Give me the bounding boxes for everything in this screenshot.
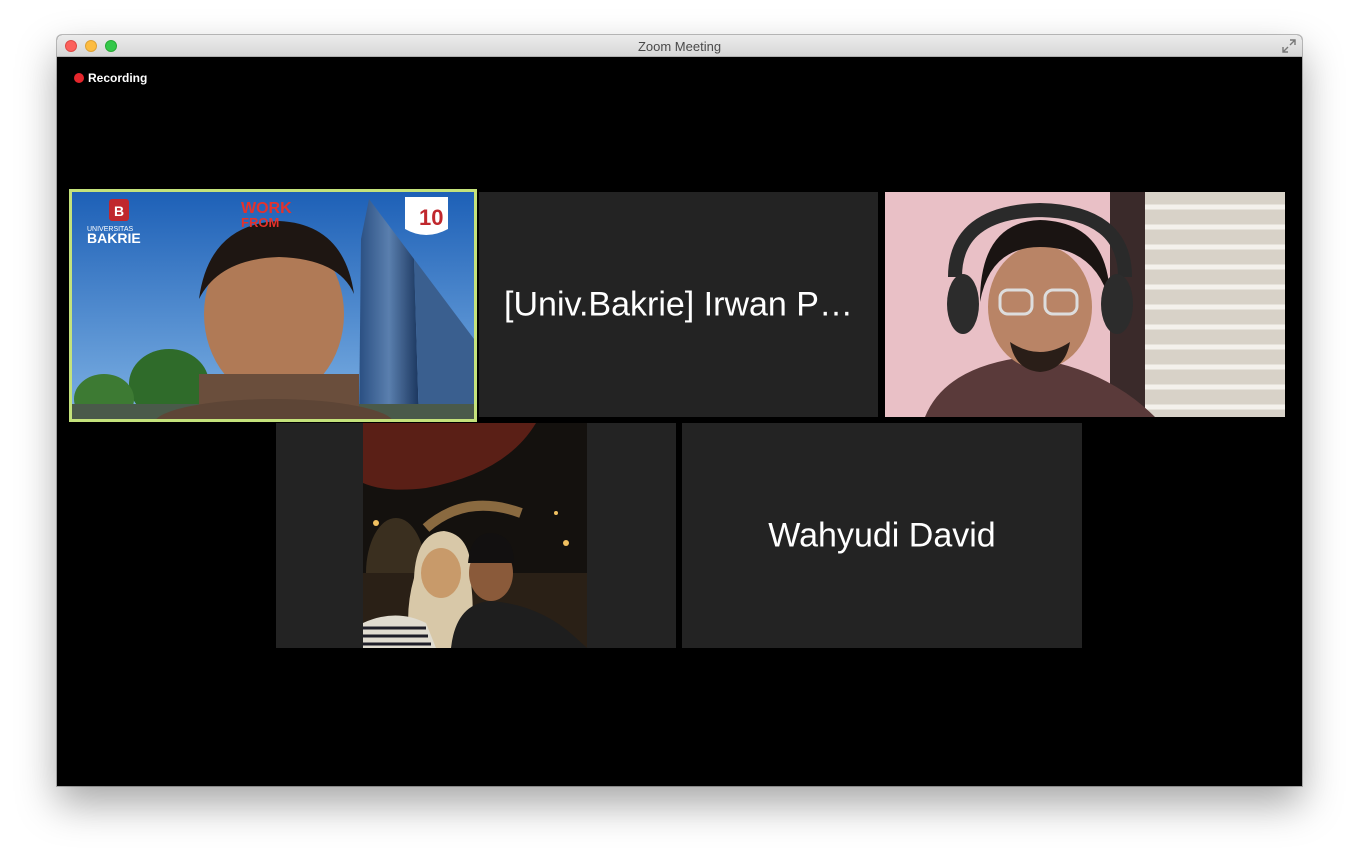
- from-text: FROM: [241, 215, 279, 230]
- zoom-meeting-window: Zoom Meeting Recording B UNIVERSITAS BAK…: [57, 35, 1302, 786]
- fullscreen-icon[interactable]: [1282, 39, 1296, 53]
- participant-video-feed: [276, 423, 676, 648]
- recording-dot-icon: [74, 73, 84, 83]
- university-badge-text: B: [114, 203, 124, 219]
- participant-video-tile[interactable]: [885, 192, 1285, 417]
- participant-video-tile[interactable]: [276, 423, 676, 648]
- participant-video-tile[interactable]: B UNIVERSITAS BAKRIE WORK FROM 10: [69, 189, 477, 422]
- title-bar[interactable]: Zoom Meeting: [57, 35, 1302, 57]
- anniversary-text: 10: [419, 205, 443, 230]
- participant-video-feed: B UNIVERSITAS BAKRIE WORK FROM 10: [69, 189, 477, 422]
- recording-label: Recording: [88, 71, 148, 85]
- university-big-text: BAKRIE: [87, 230, 141, 246]
- participant-video-feed: [885, 192, 1285, 417]
- participant-name: Wahyudi David: [768, 516, 996, 554]
- participant-name-tile[interactable]: Wahyudi David: [682, 423, 1082, 648]
- participant-name-tile[interactable]: [Univ.Bakrie] Irwan P…: [479, 192, 878, 417]
- window-title: Zoom Meeting: [637, 39, 722, 54]
- participant-name: [Univ.Bakrie] Irwan P…: [504, 285, 853, 323]
- recording-indicator[interactable]: Recording: [74, 71, 147, 85]
